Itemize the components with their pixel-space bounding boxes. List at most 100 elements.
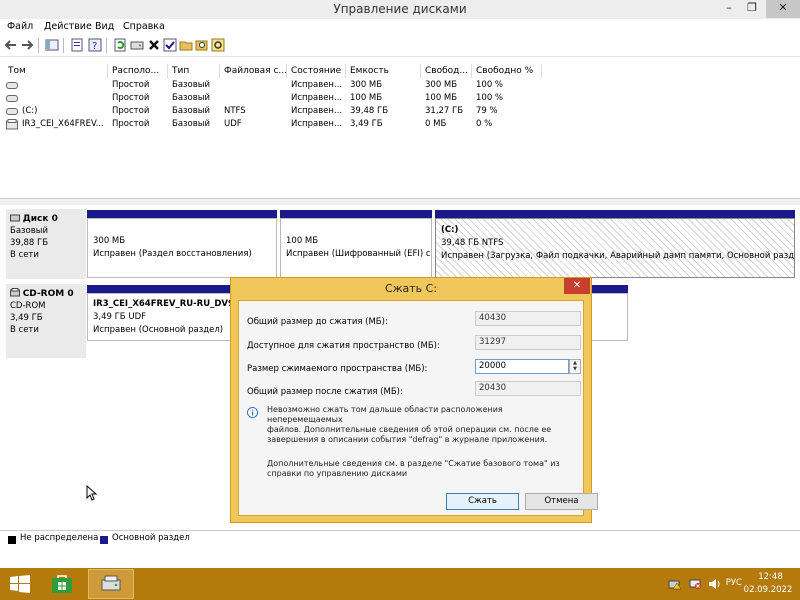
cell-filesystem: UDF [224, 119, 242, 129]
cell-volume [18, 92, 108, 105]
delete-icon[interactable] [147, 38, 161, 52]
pane-splitter[interactable] [0, 198, 800, 205]
cell-filesystem [220, 92, 287, 105]
menu-help[interactable]: Справка [123, 19, 165, 34]
cell-capacity: 3,49 ГБ [350, 119, 383, 129]
back-arrow-icon[interactable] [4, 38, 18, 52]
disk-management-icon [101, 575, 121, 591]
partition-title: IR3_CEI_X64FREV_RU-RU_DV9 [93, 299, 234, 309]
column-header-status[interactable]: Состояние [287, 64, 346, 78]
legend-primary-swatch [100, 536, 108, 544]
partition-bar [280, 210, 432, 218]
refresh-icon[interactable] [113, 38, 127, 52]
legend-primary-label: Основной раздел [112, 533, 190, 543]
info-icon [247, 407, 258, 418]
cell-filesystem: NTFS [224, 106, 246, 116]
dialog-close-button[interactable]: ✕ [564, 278, 590, 294]
stepper-down-icon[interactable]: ▼ [570, 366, 580, 372]
language-indicator[interactable]: РУС [712, 578, 742, 588]
help-icon[interactable]: ? [88, 38, 102, 52]
network-disabled-icon[interactable] [688, 578, 702, 590]
toolbar-separator [63, 38, 64, 53]
help-text: Дополнительные сведения см. в разделе "С… [267, 459, 579, 479]
total-size-after-field: 20430 [475, 381, 581, 396]
menu-action[interactable]: Действие [44, 19, 92, 34]
table-row[interactable]: Простой Базовый Исправен... 300 МБ 300 М… [2, 79, 798, 92]
disk0-type: Базовый [10, 226, 49, 236]
legend-unallocated-swatch [8, 536, 16, 544]
taskbar-disk-management[interactable] [88, 569, 134, 599]
search-disk-icon[interactable] [195, 38, 209, 52]
cell-percent-free: 0 % [476, 119, 493, 129]
cdrom0-status: В сети [10, 325, 39, 335]
cell-free: 300 МБ [425, 80, 458, 90]
cell-type: Базовый [172, 119, 211, 129]
settings-icon[interactable] [211, 38, 225, 52]
cell-status: Исправен... [291, 93, 343, 103]
available-shrink-field: 31297 [475, 335, 581, 350]
maximize-button[interactable]: ❐ [741, 0, 763, 18]
drive-icon [6, 82, 18, 89]
column-header-free-space[interactable]: Свобод... [421, 64, 472, 78]
window-title: Управление дисками [333, 2, 467, 16]
column-header-filesystem[interactable]: Файловая с... [220, 64, 287, 78]
total-size-before-label: Общий размер до сжатия (МБ): [247, 317, 388, 327]
show-hide-console-icon[interactable] [45, 38, 59, 52]
cell-capacity: 39,48 ГБ [350, 106, 389, 116]
cell-status: Исправен... [291, 80, 343, 90]
info-text-line: файлов. Дополнительные сведения об этой … [267, 425, 552, 434]
store-icon [52, 575, 72, 593]
menu-file[interactable]: Файл [7, 19, 33, 34]
total-size-before-field: 40430 [475, 311, 581, 326]
drive-icon [6, 95, 18, 102]
shrink-amount-stepper[interactable]: ▲ ▼ [569, 359, 581, 374]
minimize-button[interactable]: – [718, 0, 740, 18]
column-header-capacity[interactable]: Емкость [346, 64, 421, 78]
toolbar: ? [0, 35, 800, 57]
cdrom0-name: CD-ROM 0 [22, 289, 74, 299]
partition-title: (C:) [441, 225, 459, 235]
connect-disk-icon[interactable] [130, 38, 144, 52]
partition-efi[interactable]: 100 МБ Исправен (Шифрованный (EFI) си [280, 218, 432, 278]
cdrom0-label[interactable]: CD-ROM 0 CD-ROM 3,49 ГБ В сети [6, 284, 86, 358]
partition-status: Исправен (Основной раздел) [93, 325, 224, 335]
disk0-label[interactable]: Диск 0 Базовый 39,88 ГБ В сети [6, 209, 86, 279]
shrink-button[interactable]: Сжать [446, 493, 519, 510]
table-row[interactable]: Простой Базовый Исправен... 100 МБ 100 М… [2, 92, 798, 105]
help-text-line: Дополнительные сведения см. в разделе "С… [267, 459, 560, 468]
shrink-amount-input[interactable]: 20000 [475, 359, 569, 374]
column-header-volume[interactable]: Том [4, 64, 108, 78]
windows-start-icon[interactable] [10, 575, 30, 593]
cancel-button[interactable]: Отмена [525, 493, 598, 510]
cell-type: Базовый [172, 80, 211, 90]
menu-view[interactable]: Вид [95, 19, 114, 34]
cell-layout: Простой [112, 93, 150, 103]
table-row[interactable]: IR3_CEI_X64FREV... Простой Базовый UDF И… [2, 118, 798, 131]
clock-time[interactable]: 12:48 [748, 572, 793, 582]
help-text-line: справки по управлению дисками [267, 469, 408, 478]
cell-status: Исправен... [291, 119, 343, 129]
window-close-button[interactable]: ✕ [766, 0, 800, 18]
taskbar: РУС 12:48 02.09.2022 [0, 568, 800, 600]
column-header-percent-free[interactable]: Свободно % [472, 64, 542, 78]
dialog-body: Общий размер до сжатия (МБ): 40430 Досту… [238, 300, 598, 516]
partition-c-selected[interactable]: (C:) 39,48 ГБ NTFS Исправен (Загрузка, Ф… [435, 218, 795, 278]
cd-drive-icon [10, 288, 20, 297]
open-folder-icon[interactable] [179, 38, 193, 52]
cdrom0-size: 3,49 ГБ [10, 313, 43, 323]
shrink-dialog: Сжать C: ✕ Общий размер до сжатия (МБ): … [230, 277, 598, 523]
column-header-layout[interactable]: Располо... [108, 64, 168, 78]
column-header-type[interactable]: Тип [168, 64, 220, 78]
shrink-amount-label: Размер сжимаемого пространства (МБ): [247, 364, 428, 374]
info-text-line: завершения в описании события "defrag" в… [267, 435, 548, 444]
forward-arrow-icon[interactable] [20, 38, 34, 52]
legend-unallocated-label: Не распределена [20, 533, 99, 543]
disk0-status: В сети [10, 250, 39, 260]
properties-icon[interactable] [70, 38, 84, 52]
check-icon[interactable] [163, 38, 177, 52]
network-warning-icon[interactable] [668, 578, 682, 590]
partition-recovery[interactable]: 300 МБ Исправен (Раздел восстановления) [87, 218, 277, 278]
clock-date[interactable]: 02.09.2022 [740, 585, 796, 595]
taskbar-store[interactable] [44, 570, 80, 598]
table-row[interactable]: (C:) Простой Базовый NTFS Исправен... 39… [2, 105, 798, 118]
